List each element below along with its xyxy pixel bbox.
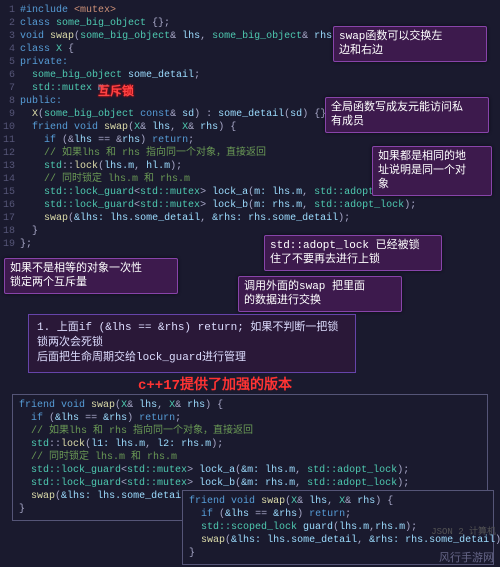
line-number: 2 [0, 17, 20, 30]
code-content[interactable]: swap(&lhs: lhs.some_detail, &rhs: rhs.so… [20, 212, 500, 225]
code-content: if (&lhs == &rhs) return; [189, 508, 487, 521]
csdn-mark: JSON 2 计算机 [431, 524, 496, 537]
code-line[interactable]: 16 std::lock_guard<std::mutex> lock_b(m:… [0, 199, 500, 212]
code-content[interactable]: some_big_object some_detail; [20, 69, 500, 82]
line-number: 8 [0, 95, 20, 108]
code-line[interactable]: 1#include <mutex> [0, 4, 500, 17]
code-line[interactable]: 17 swap(&lhs: lhs.some_detail, &rhs: rhs… [0, 212, 500, 225]
callout-same-address: 如果都是相同的地 址说明是同一个对 象 [372, 146, 492, 196]
code-content: std::lock(l1: lhs.m, l2: rhs.m); [19, 438, 481, 451]
line-number: 17 [0, 212, 20, 225]
annotation-mutex: 互斥锁 [98, 82, 134, 99]
code-content[interactable]: #include <mutex> [20, 4, 500, 17]
line-number: 10 [0, 121, 20, 134]
line-number: 15 [0, 186, 20, 199]
callout-adopt-lock: std::adopt_lock 已经被锁 住了不要再去进行上锁 [264, 235, 442, 271]
code-content: friend void swap(X& lhs, X& rhs) { [189, 495, 487, 508]
code-content: friend void swap(X& lhs, X& rhs) { [19, 399, 481, 412]
code-content: // 如果lhs 和 rhs 指向同一个对象，直接返回 [19, 425, 481, 438]
callout-lock-two: 如果不是相等的对象一次性 锁定两个互斥量 [4, 258, 178, 294]
callout-friend-access: 全局函数写成友元能访问私 有成员 [325, 97, 489, 133]
line-number: 5 [0, 56, 20, 69]
code-content[interactable]: std::lock_guard<std::mutex> lock_b(m: rh… [20, 199, 500, 212]
code-line[interactable]: 6 some_big_object some_detail; [0, 69, 500, 82]
line-number: 19 [0, 238, 20, 251]
note-deadlock: 1. 上面if (&lhs == &rhs) return; 如果不判断一把锁 … [28, 314, 356, 373]
line-number: 7 [0, 82, 20, 95]
code-content: std::lock_guard<std::mutex> lock_a(&m: l… [19, 464, 481, 477]
code-content: if (&lhs == &rhs) return; [19, 412, 481, 425]
line-number: 4 [0, 43, 20, 56]
line-number: 12 [0, 147, 20, 160]
code-content: std::lock_guard<std::mutex> lock_b(&m: r… [19, 477, 481, 490]
code-content[interactable]: std::mutex m; [20, 82, 500, 95]
line-number: 11 [0, 134, 20, 147]
callout-swap-inner: 调用外面的swap 把里面 的数据进行交换 [238, 276, 402, 312]
line-number: 9 [0, 108, 20, 121]
code-content: // 同时锁定 lhs.m 和 rhs.m [19, 451, 481, 464]
watermark: 风行手游网 [439, 549, 494, 565]
line-number: 14 [0, 173, 20, 186]
line-number: 6 [0, 69, 20, 82]
section-title-cpp17: c++17提供了加强的版本 [138, 374, 292, 394]
code-line[interactable]: 7 std::mutex m; [0, 82, 500, 95]
callout-swap-exchange: swap函数可以交换左 边和右边 [333, 26, 487, 62]
line-number: 13 [0, 160, 20, 173]
line-number: 3 [0, 30, 20, 43]
line-number: 16 [0, 199, 20, 212]
line-number: 18 [0, 225, 20, 238]
line-number: 1 [0, 4, 20, 17]
